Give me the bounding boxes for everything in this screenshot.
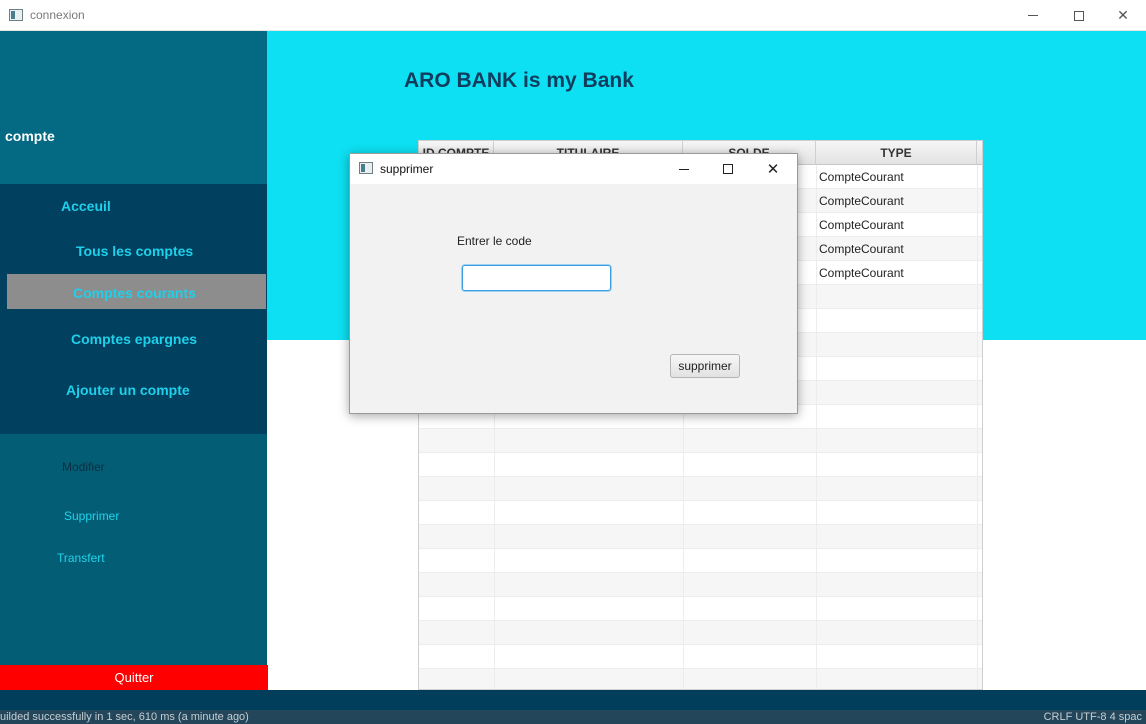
nav-item-comptes-epargnes[interactable]: Comptes epargnes [71,331,197,347]
quit-button[interactable]: Quitter [0,665,268,690]
dialog-minimize-button[interactable] [662,154,706,184]
window-titlebar: connexion ✕ [0,0,1146,31]
modifier-button[interactable]: Modifier [62,460,105,474]
table-row[interactable] [419,477,982,501]
table-row[interactable] [419,549,982,573]
status-bar: uilded successfully in 1 sec, 610 ms (a … [0,690,1146,724]
app-window-icon [9,9,23,21]
table-row[interactable] [419,669,982,689]
nav-item-acceuil[interactable]: Acceuil [61,198,111,214]
status-strip: uilded successfully in 1 sec, 610 ms (a … [0,710,1146,724]
column-divider [816,165,817,689]
app-window-icon [359,162,373,174]
nav-item-comptes-courants[interactable]: Comptes courants [7,274,266,309]
sidebar: compte Acceuil Tous les comptes Comptes … [0,31,268,690]
minimize-icon [1028,15,1038,16]
table-row[interactable] [419,645,982,669]
sidebar-title: compte [5,128,55,144]
status-info: CRLF UTF-8 4 spac [1043,711,1142,723]
nav-item-ajouter-un-compte[interactable]: Ajouter un compte [66,382,190,398]
transfert-button[interactable]: Transfert [57,551,105,565]
nav-item-tous-les-comptes[interactable]: Tous les comptes [76,243,193,259]
supprimer-button[interactable]: Supprimer [64,509,119,523]
table-row[interactable] [419,621,982,645]
cell-type: CompteCourant [819,170,904,184]
cell-type: CompteCourant [819,194,904,208]
sidebar-nav: Acceuil Tous les comptes Comptes courant… [0,184,267,434]
close-icon: ✕ [766,160,780,178]
table-row[interactable] [419,525,982,549]
minimize-button[interactable] [1010,0,1056,31]
window-title: connexion [30,8,85,22]
table-row[interactable] [419,429,982,453]
cell-type: CompteCourant [819,266,904,280]
dialog-close-button[interactable]: ✕ [751,154,795,184]
minimize-icon [679,168,689,170]
dialog-titlebar: supprimer ✕ [350,154,797,184]
cell-type: CompteCourant [819,218,904,232]
column-header-type[interactable]: TYPE [816,141,977,165]
table-row[interactable] [419,453,982,477]
dialog-title: supprimer [380,162,434,176]
column-divider [977,165,978,689]
delete-dialog: supprimer ✕ Entrer le code supprimer [349,153,798,414]
code-label: Entrer le code [457,234,532,248]
supprimer-submit-button[interactable]: supprimer [670,354,740,378]
maximize-icon [723,164,733,174]
code-input[interactable] [462,265,611,291]
close-button[interactable]: ✕ [1100,0,1146,31]
table-row[interactable] [419,597,982,621]
nav-item-label: Comptes courants [73,285,196,301]
maximize-button[interactable] [1056,0,1102,31]
maximize-icon [1074,10,1084,21]
table-row[interactable] [419,501,982,525]
cell-type: CompteCourant [819,242,904,256]
page-title: ARO BANK is my Bank [404,69,634,92]
dialog-maximize-button[interactable] [706,154,750,184]
status-message: uilded successfully in 1 sec, 610 ms (a … [0,711,249,723]
close-icon: ✕ [1117,7,1129,24]
table-row[interactable] [419,573,982,597]
sidebar-header: compte [0,31,267,184]
